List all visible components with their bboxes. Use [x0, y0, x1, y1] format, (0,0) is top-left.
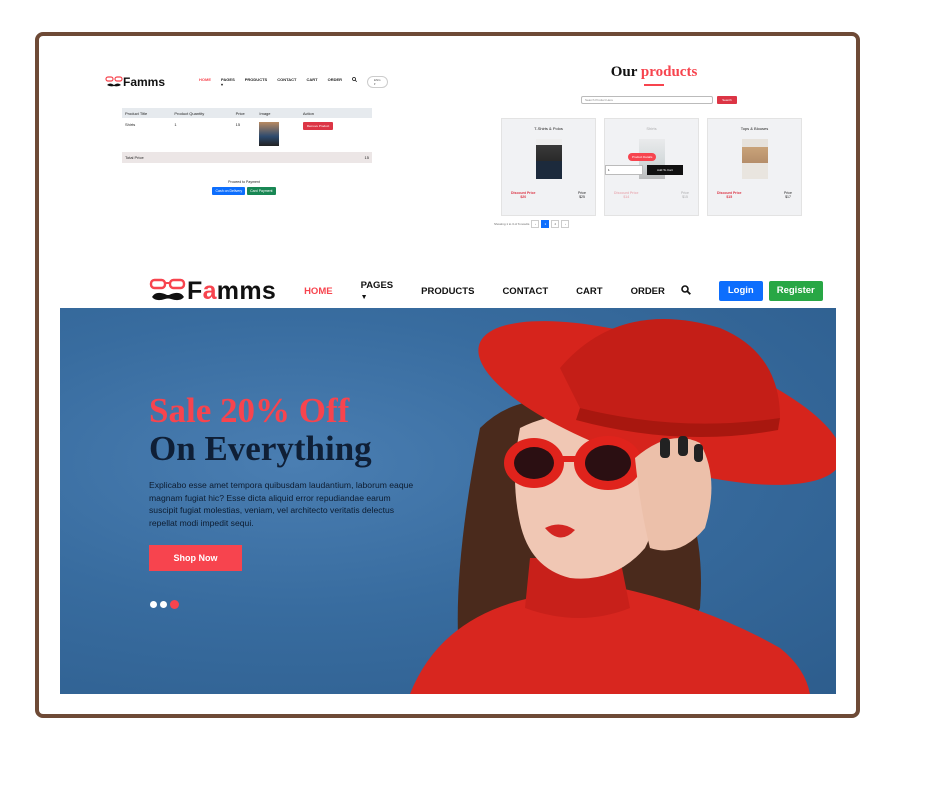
glasses-mustache-icon — [149, 278, 186, 301]
th-product-quantity: Product Quantity — [174, 110, 205, 116]
th-image: Image — [259, 110, 271, 116]
product-card-name: T-Shirts & Polos — [534, 126, 563, 131]
mini-nav-products[interactable]: PRODUCTS — [245, 77, 267, 87]
payment-section: Proceed to Payment Cash on Delivery Card… — [209, 180, 279, 195]
product-image — [741, 139, 768, 179]
mini-logo-text: Famms — [123, 75, 166, 89]
caret-down-icon: ▼ — [360, 294, 368, 301]
logo-letter-f: F — [187, 276, 203, 305]
hero-heading-sale: Sale 20% Off — [149, 391, 350, 430]
price-value: $15 — [682, 195, 688, 199]
product-image — [535, 139, 562, 179]
nav-order[interactable]: ORDER — [631, 286, 665, 297]
mini-nav-home[interactable]: HOME — [199, 77, 211, 87]
hero-slider: Sale 20% Off On Everything Explicabo ess… — [60, 308, 836, 694]
card-payment-button[interactable]: Card Payment — [247, 187, 276, 195]
hero-heading-everything: On Everything — [149, 429, 372, 468]
proceed-label: Proceed to Payment — [228, 180, 260, 184]
table-row: Shirts 1 15 Remove Product — [122, 118, 372, 148]
logo-letters-mms: mms — [216, 276, 277, 305]
product-card-tshirts[interactable]: T-Shirts & Polos Discount Price $20 Price… — [501, 118, 596, 216]
th-action: Action — [302, 110, 314, 116]
search-icon[interactable] — [681, 284, 691, 298]
pagination: Showing 1 to 3 of 6 results ‹ 1 2 › — [494, 220, 570, 228]
nav-cart[interactable]: CART — [576, 286, 602, 297]
screenshot-frame: Famms HOME PAGES ▾ PRODUCTS CONTACT CART… — [35, 32, 860, 718]
glasses-mustache-icon — [105, 76, 123, 87]
add-to-cart-button[interactable]: Add To Cart — [647, 165, 683, 175]
product-details-button[interactable]: Product Details — [628, 153, 657, 161]
page-2[interactable]: 2 — [551, 220, 560, 228]
nav-pages[interactable]: PAGES ▼ — [361, 280, 394, 302]
mini-navbar: Famms HOME PAGES ▾ PRODUCTS CONTACT CART… — [105, 74, 388, 90]
remove-product-button[interactable]: Remove Product — [302, 122, 334, 130]
cell-title: Shirts — [125, 122, 136, 127]
products-heading-products: products — [640, 64, 698, 80]
logo-letter-a: a — [202, 276, 217, 305]
slide-dot-2[interactable] — [160, 601, 167, 608]
total-label: Total Price — [125, 155, 144, 160]
product-search-input[interactable]: Search Product Here — [581, 96, 713, 104]
pagination-summary: Showing 1 to 3 of 6 results — [494, 222, 530, 226]
mini-language-select[interactable]: ENG ▾ — [367, 76, 388, 88]
page-prev[interactable]: ‹ — [531, 220, 540, 228]
mini-nav-links: HOME PAGES ▾ PRODUCTS CONTACT CART ORDER — [199, 77, 358, 87]
mini-nav-contact[interactable]: CONTACT — [277, 77, 296, 87]
product-card-tops[interactable]: Tops & Blouses Discount Price $15 Price $1… — [707, 118, 802, 216]
products-heading: Our products — [599, 64, 709, 86]
cell-quantity: 1 — [174, 122, 177, 127]
product-search-bar: Search Product Here Search — [581, 96, 737, 104]
register-button[interactable]: Register — [768, 281, 823, 301]
nav-pages-label: PAGES — [360, 280, 394, 291]
nav-products[interactable]: PRODUCTS — [421, 286, 474, 297]
price-value: $25 — [579, 195, 585, 199]
th-price: Price — [235, 110, 245, 116]
page-next[interactable]: › — [561, 220, 570, 228]
nav-home[interactable]: HOME — [304, 286, 333, 297]
cart-table-header: Product Title Product Quantity Price Ima… — [122, 108, 372, 118]
nav-contact[interactable]: CONTACT — [502, 286, 548, 297]
slide-dot-1[interactable] — [150, 601, 157, 608]
mini-language-value: ENG — [374, 78, 381, 82]
price-value: $17 — [785, 195, 791, 199]
cell-action: Remove Product — [302, 122, 372, 148]
cash-on-delivery-button[interactable]: Cash on Delivery — [212, 187, 246, 195]
cell-image — [259, 122, 302, 148]
login-button[interactable]: Login — [718, 281, 763, 301]
hero-heading: Sale 20% Off On Everything — [149, 392, 372, 468]
mini-search-icon[interactable] — [352, 77, 358, 87]
main-navbar: Fa mms HOME PAGES ▼ PRODUCTS CONTACT CART… — [149, 274, 823, 308]
cart-table: Product Title Product Quantity Price Ima… — [122, 108, 372, 163]
cart-total-row: Total Price 15 — [122, 152, 372, 163]
product-search-button[interactable]: Search — [717, 96, 737, 104]
slide-dot-3[interactable] — [170, 600, 179, 609]
quantity-input[interactable]: 1 — [605, 165, 643, 175]
th-product-title: Product Title — [125, 110, 148, 116]
mini-logo[interactable]: Famms — [105, 75, 165, 89]
page-1[interactable]: 1 — [541, 220, 550, 228]
heading-underline — [644, 84, 664, 86]
famms-logo[interactable]: Fa mms — [149, 277, 276, 306]
products-heading-our: Our — [610, 64, 638, 80]
mini-nav-pages-label: PAGES — [221, 77, 235, 82]
product-card-name: Shirts — [646, 126, 657, 131]
mini-nav-cart[interactable]: CART — [306, 77, 317, 87]
nav-links: HOME PAGES ▼ PRODUCTS CONTACT CART ORDER… — [304, 280, 823, 302]
cell-price: 15 — [235, 122, 241, 127]
mini-nav-order[interactable]: ORDER — [328, 77, 342, 87]
product-thumbnail — [259, 122, 280, 146]
discount-value: $14 — [623, 195, 630, 199]
discount-value: $20 — [520, 195, 527, 199]
product-card-name: Tops & Blouses — [740, 126, 769, 131]
hero-description: Explicabo esse amet tempora quibusdam la… — [149, 480, 414, 528]
total-value: 15 — [364, 155, 369, 160]
shop-now-button[interactable]: Shop Now — [149, 545, 242, 571]
mini-nav-pages[interactable]: PAGES ▾ — [221, 77, 235, 87]
slider-indicators — [150, 600, 179, 609]
discount-value: $15 — [726, 195, 733, 199]
